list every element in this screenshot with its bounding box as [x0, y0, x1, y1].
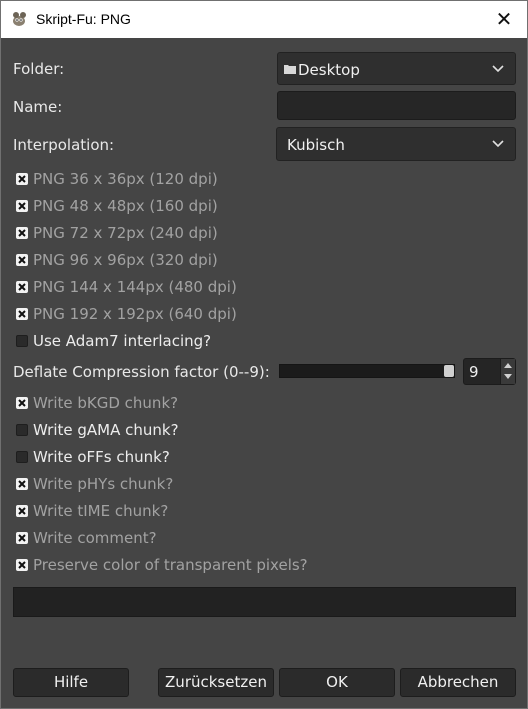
- interpolation-combo[interactable]: Kubisch: [276, 127, 516, 161]
- compression-slider[interactable]: [279, 364, 455, 378]
- title-bar: Skript-Fu: PNG ✕: [1, 1, 527, 38]
- compression-spinbutton[interactable]: 9: [463, 358, 516, 385]
- close-icon[interactable]: ✕: [481, 1, 527, 38]
- checkbox[interactable]: [16, 173, 28, 185]
- script-fu-dialog: Skript-Fu: PNG ✕ Folder: Desktop Name: I…: [0, 0, 528, 709]
- checkbox[interactable]: [16, 281, 28, 293]
- slider-fill: [280, 365, 444, 377]
- chevron-down-icon: [492, 140, 504, 148]
- spin-up-icon[interactable]: [504, 363, 512, 368]
- gimp-icon: [13, 12, 26, 26]
- checkbox[interactable]: [16, 397, 28, 409]
- checkbox[interactable]: [16, 505, 28, 517]
- chevron-down-icon: [492, 65, 504, 73]
- folder-value: Desktop: [298, 61, 360, 79]
- folder-label: Folder:: [13, 60, 65, 78]
- checkbox[interactable]: [16, 335, 28, 347]
- spin-down-icon[interactable]: [504, 374, 512, 379]
- folder-combo[interactable]: Desktop: [277, 52, 516, 85]
- checkbox[interactable]: [16, 200, 28, 212]
- reset-button[interactable]: Zurücksetzen: [158, 668, 274, 697]
- checkbox[interactable]: [16, 424, 28, 436]
- cancel-button[interactable]: Abbrechen: [400, 668, 516, 697]
- progress-bar: [13, 587, 516, 617]
- checkbox[interactable]: [16, 478, 28, 490]
- ok-button[interactable]: OK: [279, 668, 395, 697]
- compression-label: Deflate Compression factor (0--9):: [13, 363, 270, 381]
- dialog-content: Folder: Desktop Name: Interpolation: Kub…: [1, 38, 527, 708]
- checkbox[interactable]: [16, 559, 28, 571]
- help-button[interactable]: Hilfe: [13, 668, 129, 697]
- compression-value: 9: [469, 363, 479, 381]
- name-label: Name:: [13, 98, 63, 116]
- checkbox[interactable]: [16, 451, 28, 463]
- interpolation-label: Interpolation:: [13, 136, 115, 154]
- name-field[interactable]: [277, 91, 516, 120]
- folder-icon: [284, 65, 296, 74]
- spin-arrows[interactable]: [500, 359, 515, 384]
- checkbox[interactable]: [16, 532, 28, 544]
- checkbox[interactable]: [16, 227, 28, 239]
- window-title: Skript-Fu: PNG: [36, 11, 131, 27]
- checkbox[interactable]: [16, 254, 28, 266]
- interpolation-value: Kubisch: [287, 136, 345, 154]
- checkbox[interactable]: [16, 308, 28, 320]
- slider-handle[interactable]: [444, 365, 454, 377]
